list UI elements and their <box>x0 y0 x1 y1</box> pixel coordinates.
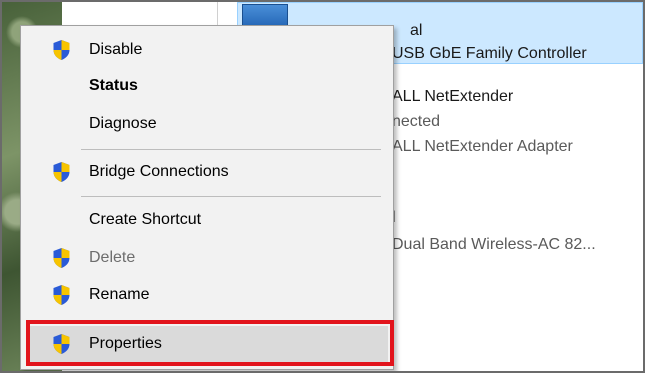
menu-item-label: Rename <box>89 286 150 303</box>
menu-item-bridge-connections[interactable]: Bridge Connections <box>21 154 393 190</box>
menu-item-label: Create Shortcut <box>89 211 202 228</box>
menu-item-delete: Delete <box>21 240 393 276</box>
uac-shield-icon <box>53 285 70 305</box>
menu-item-label: Bridge Connections <box>89 163 229 180</box>
uac-shield-icon <box>53 40 70 60</box>
menu-item-rename[interactable]: Rename <box>21 277 393 313</box>
menu-item-create-shortcut[interactable]: Create Shortcut <box>21 202 393 238</box>
menu-item-label: Delete <box>89 249 136 266</box>
adapter-2-status: nected <box>392 113 441 130</box>
menu-item-label: Disable <box>89 41 143 58</box>
menu-item-label: Diagnose <box>89 115 157 132</box>
menu-item-status[interactable]: Status <box>21 68 393 104</box>
menu-item-disable[interactable]: Disable <box>21 32 393 68</box>
highlight-annotation-box <box>26 320 394 366</box>
uac-shield-icon <box>53 162 70 182</box>
menu-item-label: Status <box>89 77 138 94</box>
menu-separator <box>81 149 381 150</box>
adapter-1-name: al <box>410 22 423 39</box>
adapter-1-device: USB GbE Family Controller <box>392 45 587 62</box>
adapter-2-device: ALL NetExtender Adapter <box>392 138 573 155</box>
menu-item-diagnose[interactable]: Diagnose <box>21 106 393 142</box>
menu-separator <box>81 196 381 197</box>
uac-shield-icon <box>53 248 70 268</box>
adapter-2-name[interactable]: ALL NetExtender <box>392 88 513 106</box>
adapter-3-device: Dual Band Wireless-AC 82... <box>392 236 596 253</box>
context-menu: Disable Status Diagnose Bridge Connectio… <box>20 25 394 370</box>
